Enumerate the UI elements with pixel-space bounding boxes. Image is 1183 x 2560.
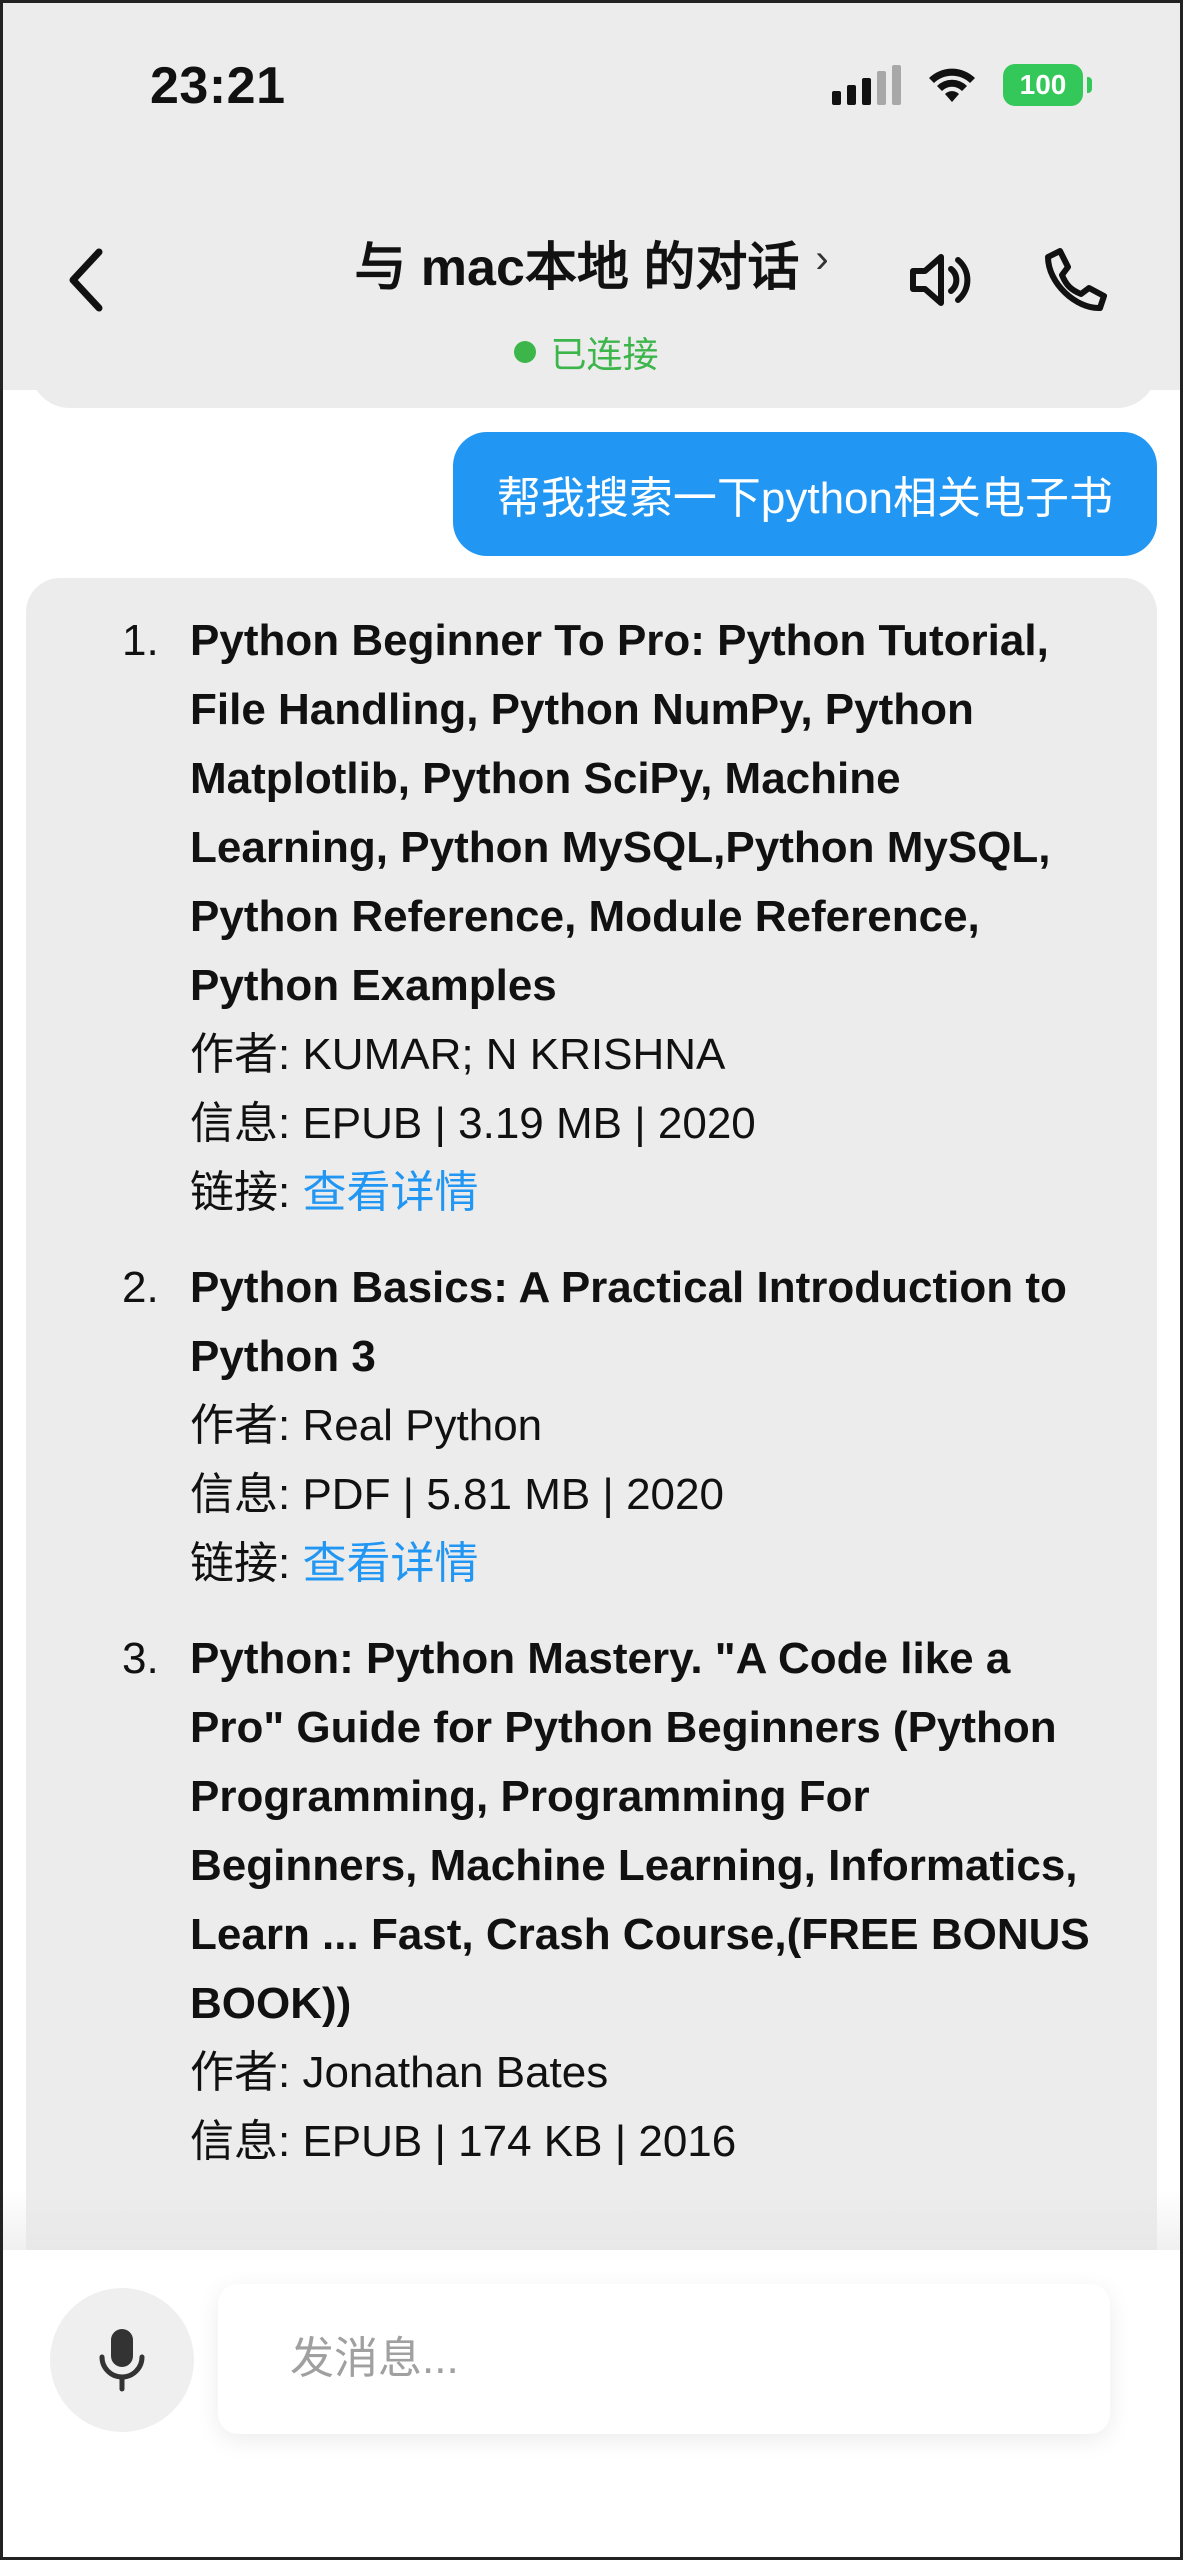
- battery-icon: 100: [1003, 64, 1092, 106]
- status-dot: [514, 341, 537, 363]
- book-list-item: 2. Python Basics: A Practical Introducti…: [26, 1253, 1107, 1598]
- book-title: Python: Python Mastery. "A Code like a P…: [190, 1634, 1090, 2028]
- scroll-fade: [0, 2190, 1183, 2250]
- message-input-bar: [0, 2250, 1183, 2560]
- assistant-message-bubble: 1. Python Beginner To Pro: Python Tutori…: [26, 578, 1157, 2318]
- book-author: 作者: Jonathan Bates: [190, 2048, 609, 2097]
- user-message-bubble: 帮我搜索一下python相关电子书: [452, 432, 1157, 556]
- back-button[interactable]: [55, 240, 115, 320]
- wifi-icon: [929, 68, 975, 102]
- book-link-row: 链接: 查看详情: [190, 1158, 1107, 1227]
- connection-status-text: 已连接: [550, 334, 659, 375]
- speaker-icon: [910, 254, 971, 306]
- book-title: Python Beginner To Pro: Python Tutorial,…: [190, 616, 1051, 1010]
- top-bar: 23:21 100 与 mac本地 的对话 › 已连接: [0, 0, 1183, 390]
- chevron-right-icon: ›: [815, 237, 829, 281]
- battery-level: 100: [1019, 69, 1067, 100]
- phone-icon: [1045, 248, 1107, 312]
- list-number: 3.: [122, 1634, 159, 1683]
- message-input[interactable]: [218, 2284, 1110, 2434]
- book-link-label: 链接:: [190, 1539, 303, 1588]
- book-info: 信息: EPUB | 174 KB | 2016: [190, 2117, 737, 2166]
- book-title: Python Basics: A Practical Introduction …: [190, 1263, 1067, 1381]
- book-link-row: 链接: 查看详情: [190, 1529, 1107, 1598]
- list-number: 2.: [122, 1263, 159, 1312]
- book-author: 作者: KUMAR; N KRISHNA: [190, 1030, 726, 1079]
- back-chevron-icon: [69, 248, 103, 312]
- book-link-label: 链接:: [190, 1168, 303, 1217]
- book-results-list: 1. Python Beginner To Pro: Python Tutori…: [26, 578, 1157, 2176]
- voice-input-button[interactable]: [50, 2288, 194, 2432]
- book-info: 信息: EPUB | 3.19 MB | 2020: [190, 1099, 756, 1148]
- conversation-header: 与 mac本地 的对话 › 已连接: [0, 225, 1183, 378]
- book-author: 作者: Real Python: [190, 1401, 543, 1450]
- book-list-item: 1. Python Beginner To Pro: Python Tutori…: [26, 606, 1107, 1227]
- phone-call-button[interactable]: [1040, 245, 1110, 315]
- book-detail-link[interactable]: 查看详情: [302, 1539, 478, 1588]
- list-number: 1.: [122, 616, 159, 665]
- microphone-icon: [99, 2329, 145, 2392]
- status-time: 23:21: [150, 57, 286, 115]
- conversation-title-button[interactable]: 与 mac本地 的对话 ›: [354, 225, 828, 300]
- chat-screen: 帮我搜索一下python相关电子书 1. Python Beginner To …: [0, 0, 1183, 2560]
- book-info: 信息: PDF | 5.81 MB | 2020: [190, 1470, 724, 1519]
- book-list-item: 3. Python: Python Mastery. "A Code like …: [26, 1624, 1107, 2176]
- book-detail-link[interactable]: 查看详情: [302, 1168, 478, 1217]
- conversation-title: 与 mac本地 的对话: [354, 239, 800, 297]
- cellular-signal-icon: [832, 65, 901, 105]
- user-message-text: 帮我搜索一下python相关电子书: [496, 474, 1113, 523]
- speaker-button[interactable]: [905, 245, 975, 315]
- status-icons: 100: [832, 64, 1092, 106]
- connection-status: 已连接: [0, 326, 1183, 378]
